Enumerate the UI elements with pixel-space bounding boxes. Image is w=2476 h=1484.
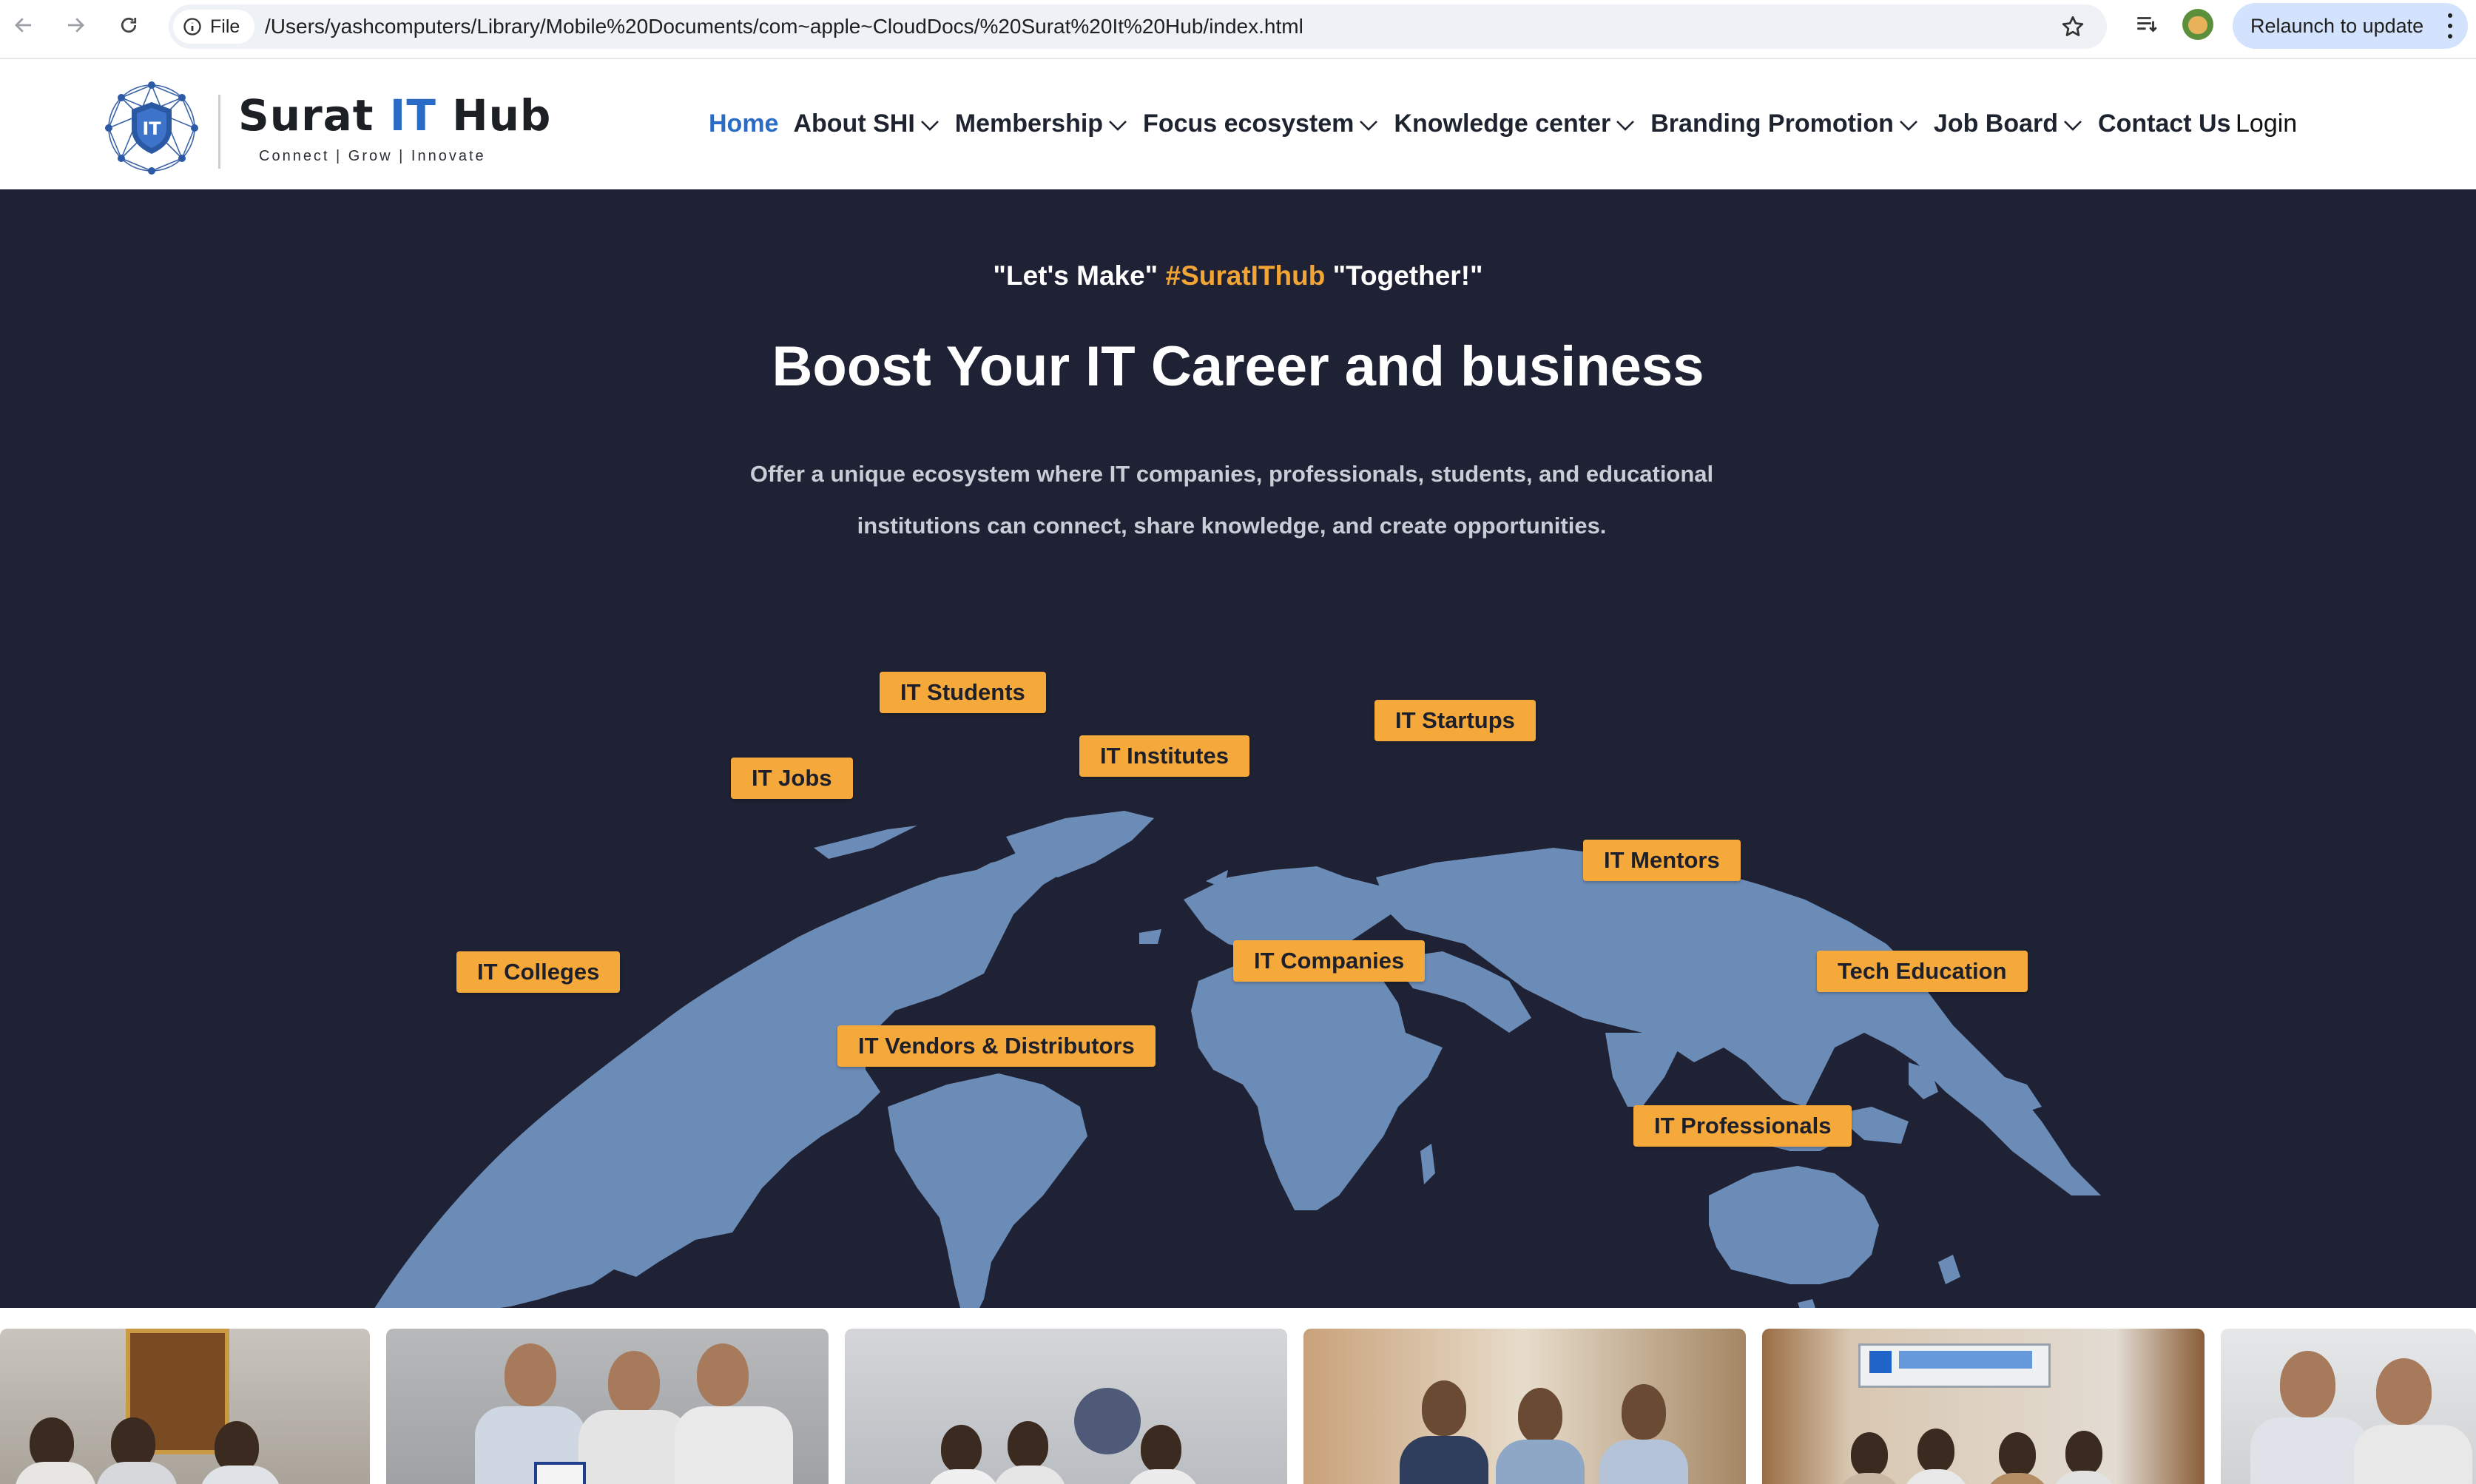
chevron-down-icon — [1616, 121, 1635, 131]
nav-job-board[interactable]: Job Board — [1934, 109, 2083, 138]
gallery-photo[interactable] — [0, 1329, 370, 1484]
nav-about-shi[interactable]: About SHI — [793, 109, 940, 138]
tag-it-students[interactable]: IT Students — [880, 672, 1046, 713]
chevron-down-icon — [920, 121, 939, 131]
nav-knowledge-center[interactable]: Knowledge center — [1394, 109, 1636, 138]
nav-branding-promotion[interactable]: Branding Promotion — [1650, 109, 1919, 138]
hero-section: "Let's Make" #SuratIThub "Together!" Boo… — [0, 189, 2476, 1308]
logo-wordmark: Surat IT Hub — [238, 90, 552, 141]
tag-it-professionals[interactable]: IT Professionals — [1633, 1105, 1852, 1147]
network-globe-logo-icon: IT — [105, 81, 198, 175]
gallery-photo[interactable] — [1303, 1329, 1746, 1484]
nav-contact-us[interactable]: Contact Us — [2098, 109, 2230, 138]
svg-text:IT: IT — [142, 118, 161, 139]
chevron-down-icon — [1109, 121, 1127, 131]
tag-it-vendors-distributors[interactable]: IT Vendors & Distributors — [837, 1025, 1156, 1067]
back-button[interactable] — [9, 10, 38, 40]
browser-toolbar: File /Users/yashcomputers/Library/Mobile… — [0, 0, 2476, 59]
logo-tagline: Connect | Grow | Innovate — [259, 148, 486, 164]
bookmark-star-icon[interactable] — [2060, 13, 2086, 40]
reading-list-icon[interactable] — [2134, 12, 2159, 37]
site-info-chip[interactable]: File — [173, 10, 254, 44]
address-bar[interactable]: File /Users/yashcomputers/Library/Mobile… — [169, 4, 2107, 49]
site-logo[interactable]: IT Surat IT Hub Connect | Grow | Innovat… — [104, 74, 550, 178]
main-nav: Home About SHI Membership Focus ecosyste… — [709, 105, 2246, 142]
tag-it-institutes[interactable]: IT Institutes — [1079, 735, 1249, 777]
forward-arrow-icon — [68, 18, 84, 33]
more-menu-icon[interactable] — [2447, 13, 2453, 38]
gallery-photo[interactable] — [386, 1329, 829, 1484]
tag-it-companies[interactable]: IT Companies — [1233, 940, 1426, 982]
photo-gallery — [0, 1308, 2476, 1484]
reload-button[interactable] — [114, 10, 144, 40]
url-text[interactable]: /Users/yashcomputers/Library/Mobile%20Do… — [265, 4, 1303, 49]
file-chip-label: File — [210, 16, 240, 37]
chevron-down-icon — [2064, 121, 2082, 131]
gallery-photo[interactable] — [2221, 1329, 2476, 1484]
login-link[interactable]: Login — [2236, 105, 2297, 142]
forward-button[interactable] — [61, 10, 90, 40]
back-arrow-icon — [15, 18, 31, 33]
info-icon — [183, 18, 201, 36]
tag-it-colleges[interactable]: IT Colleges — [456, 951, 621, 993]
nav-home[interactable]: Home — [709, 109, 778, 138]
nav-membership[interactable]: Membership — [955, 109, 1128, 138]
hero-description: Offer a unique ecosystem where IT compan… — [749, 461, 1714, 539]
tag-it-jobs[interactable]: IT Jobs — [731, 758, 853, 799]
tag-it-mentors[interactable]: IT Mentors — [1583, 840, 1741, 881]
chevron-down-icon — [1899, 121, 1917, 131]
reload-icon — [121, 17, 137, 33]
chevron-down-icon — [1360, 121, 1378, 131]
gallery-photo[interactable] — [1762, 1329, 2205, 1484]
profile-avatar[interactable] — [2182, 9, 2213, 40]
hero-tagline: "Let's Make" #SuratIThub "Together!" — [993, 260, 1483, 291]
nav-focus-ecosystem[interactable]: Focus ecosystem — [1143, 109, 1379, 138]
relaunch-label: Relaunch to update — [2250, 14, 2424, 37]
gallery-photo[interactable] — [845, 1329, 1287, 1484]
tag-tech-education[interactable]: Tech Education — [1817, 951, 2028, 992]
hero-headline: Boost Your IT Career and business — [772, 335, 1704, 398]
relaunch-button[interactable]: Relaunch to update — [2233, 3, 2468, 49]
site-header: IT Surat IT Hub Connect | Grow | Innovat… — [0, 61, 2476, 189]
tag-it-startups[interactable]: IT Startups — [1374, 700, 1536, 741]
